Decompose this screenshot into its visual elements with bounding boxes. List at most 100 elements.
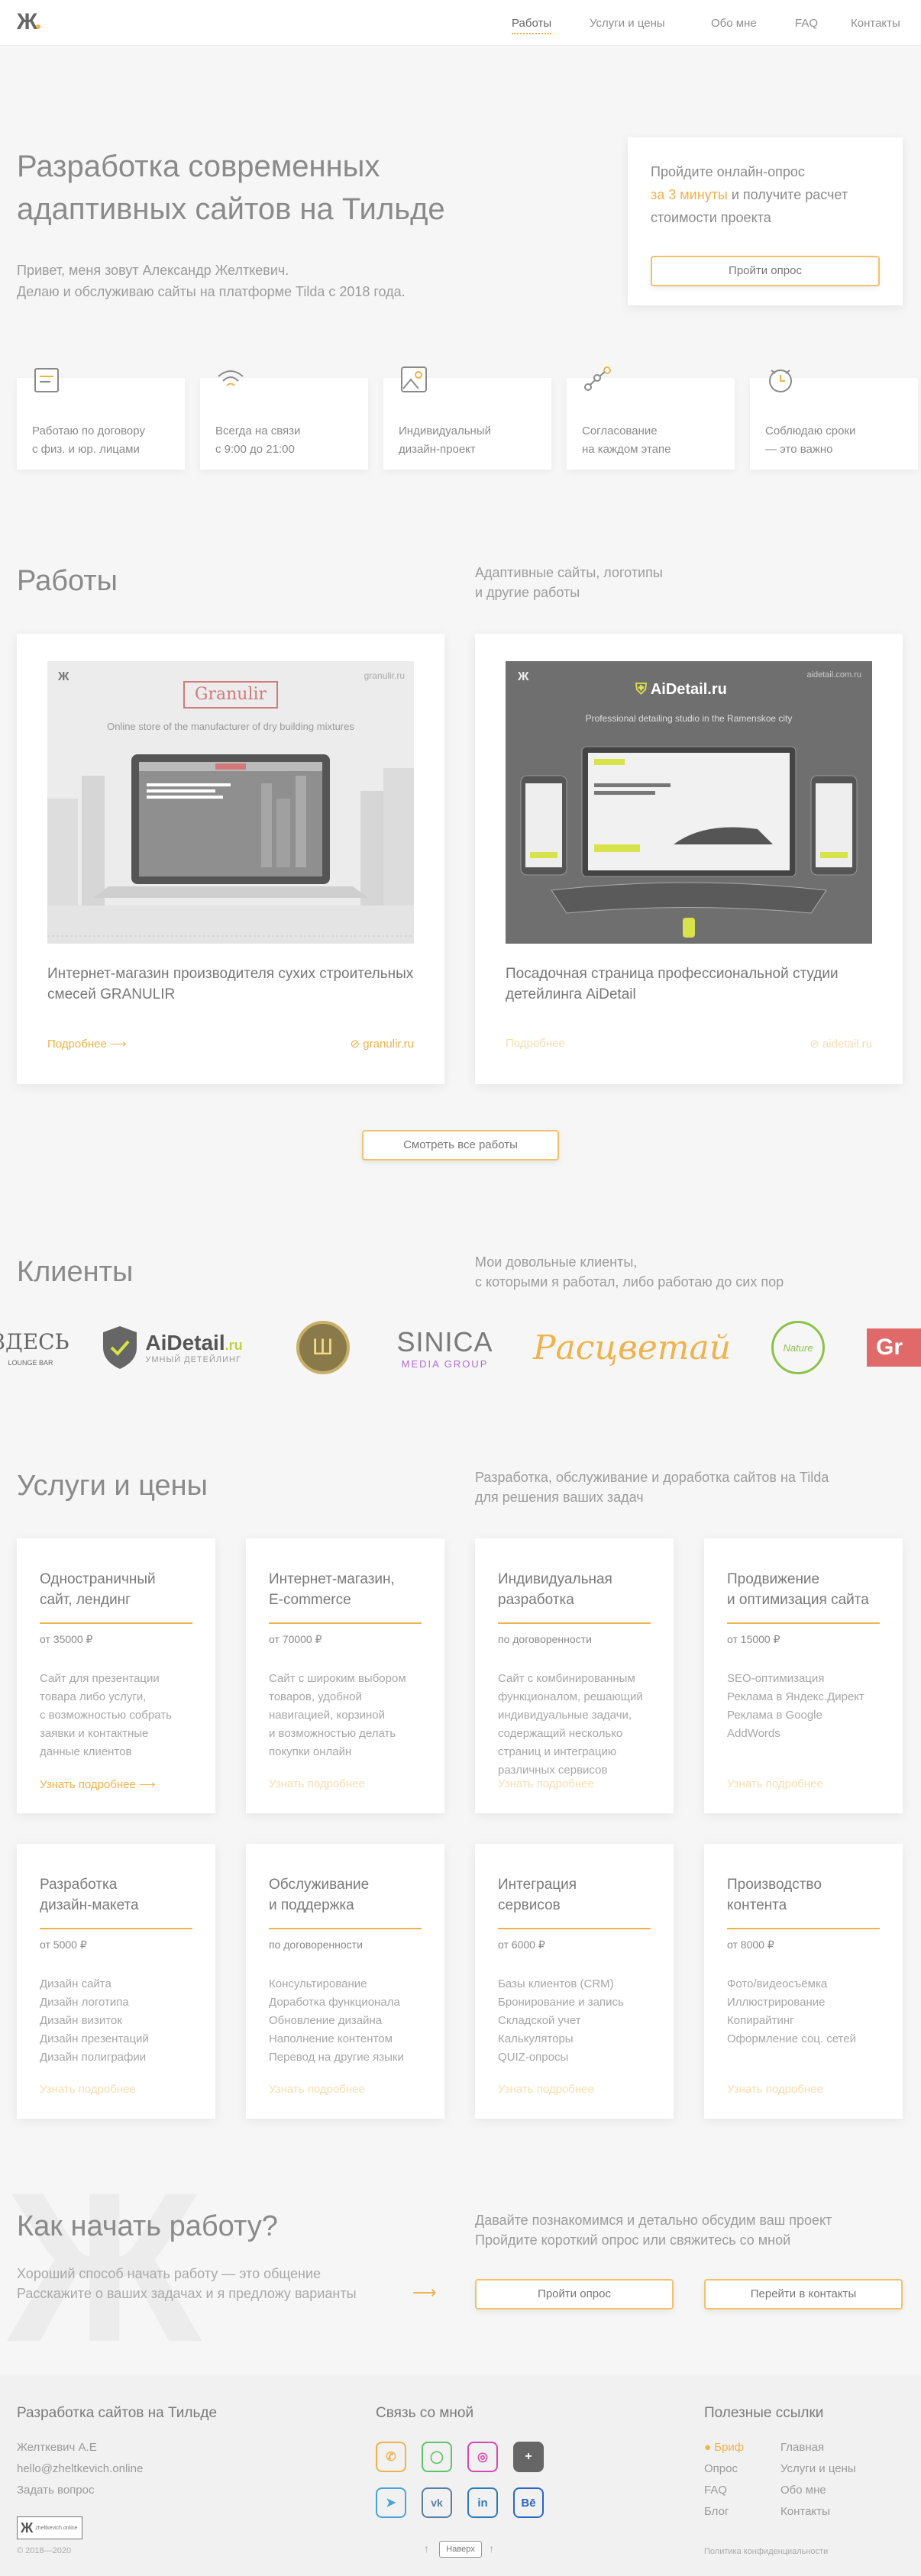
- nav-faq[interactable]: FAQ: [795, 17, 818, 30]
- feature-card: Согласование на каждом этапе: [567, 366, 735, 470]
- more-label: Узнать подробнее: [498, 2083, 594, 2096]
- nav-works[interactable]: Работы: [512, 17, 552, 34]
- service-more-link[interactable]: Узнать подробнее: [40, 2083, 136, 2096]
- work-more-link[interactable]: Подробнее ⟶: [47, 1037, 126, 1051]
- service-description-line: Базы клиентов (CRM): [498, 1977, 614, 1990]
- service-more-link[interactable]: Узнать подробнее: [727, 1777, 823, 1790]
- clients-carousel[interactable]: ЗДЕСЬ LOUNGE BAR AiDetail.ru УМНЫЙ ДЕТЕЙ…: [0, 1302, 921, 1393]
- arrow-right-icon: ⟶: [109, 1038, 127, 1051]
- logo[interactable]: Ж: [17, 9, 37, 35]
- footer-links-title: Полезные ссылки: [704, 2405, 824, 2421]
- clock-icon: [769, 370, 792, 392]
- service-card[interactable]: Обслуживание и поддержка по договоренности…: [246, 1844, 444, 2119]
- service-card[interactable]: Продвижение и оптимизация сайта от 15000 ₽…: [704, 1538, 903, 1813]
- service-card[interactable]: Разработка дизайн-макета от 5000 ₽ Дизайн с…: [17, 1844, 215, 2119]
- shield-icon: [103, 1326, 137, 1369]
- feature-line: Индивидуальный: [399, 424, 491, 437]
- work-site-link[interactable]: ⊘ granulir.ru: [351, 1037, 414, 1051]
- service-more-link[interactable]: Узнать подробнее: [727, 2083, 823, 2096]
- whatsapp-icon[interactable]: ◯: [422, 2442, 452, 2472]
- start-sub-line: Давайте познакомимся и детально обсудим …: [475, 2213, 832, 2228]
- service-description-line: товаров, удобной: [269, 1690, 362, 1703]
- service-description-line: Перевод на другие языки: [269, 2051, 404, 2064]
- feature-line: — это важно: [765, 443, 833, 456]
- start-quiz-button[interactable]: Пройти опрос: [475, 2279, 674, 2310]
- client-logo-sinica: SINICA MEDIA GROUP: [393, 1302, 496, 1393]
- service-card[interactable]: Производство контента от 8000 ₽ Фото/видеос…: [704, 1844, 903, 2119]
- service-description-line: Наполнение контентом: [269, 2032, 393, 2045]
- subtitle-line: Разработка, обслуживание и доработка сай…: [475, 1470, 829, 1485]
- footer-link-faq[interactable]: FAQ: [704, 2480, 744, 2501]
- service-card[interactable]: Интеграция сервисов от 6000 ₽ Базы клиентов…: [475, 1844, 674, 2119]
- footer-link-blog[interactable]: Блог: [704, 2501, 744, 2523]
- service-description-line: Дизайн сайта: [40, 1977, 111, 1990]
- instagram-icon[interactable]: ◎: [467, 2442, 498, 2472]
- arrow-up-icon: ↑: [489, 2542, 494, 2555]
- footer-badge[interactable]: Ж zheltkevich.online: [17, 2516, 82, 2539]
- all-works-button[interactable]: Смотреть все работы: [362, 1130, 559, 1160]
- plus-icon[interactable]: +: [513, 2442, 544, 2472]
- service-price: по договоренности: [498, 1633, 592, 1645]
- nav-about[interactable]: Обо мне: [711, 17, 757, 30]
- more-label: Узнать подробнее: [727, 2083, 823, 2096]
- feature-line: Согласование: [582, 424, 658, 437]
- service-price: от 15000 ₽: [727, 1633, 780, 1645]
- service-more-link[interactable]: Узнать подробнее: [269, 1777, 365, 1790]
- service-description-line: навигацией, корзиной: [269, 1709, 385, 1722]
- footer-link-services[interactable]: Услуги и цены: [780, 2458, 856, 2480]
- service-card[interactable]: Индивидуальная разработка по договоренност…: [475, 1538, 674, 1813]
- work-image-url: granulir.ru: [364, 670, 405, 681]
- work-card-granulir[interactable]: Ж granulir.ru Granulir Online store of t…: [17, 634, 444, 1084]
- service-divider: [269, 1928, 422, 1929]
- telegram-icon[interactable]: ➤: [376, 2487, 406, 2518]
- service-price: от 5000 ₽: [40, 1938, 87, 1951]
- link-label: Бриф: [714, 2441, 745, 2454]
- service-name-line: Производство: [727, 1877, 822, 1893]
- service-description-line: Консультирование: [269, 1977, 367, 1990]
- more-label: Узнать подробнее: [269, 1777, 365, 1790]
- start-contacts-button[interactable]: Перейти в контакты: [704, 2279, 903, 2310]
- work-site-link[interactable]: ⊘ aidetail.ru: [810, 1037, 872, 1051]
- service-more-link[interactable]: Узнать подробнее: [498, 1777, 594, 1790]
- footer-link-home[interactable]: Главная: [780, 2437, 856, 2458]
- quiz-button[interactable]: Пройти опрос: [651, 256, 880, 286]
- nav-contacts[interactable]: Контакты: [851, 17, 900, 30]
- feature-line: Работаю по договору: [32, 424, 145, 437]
- service-card[interactable]: Интернет-магазин, E-commerce от 70000 ₽ Сай…: [246, 1538, 444, 1813]
- service-description: Сайт с широким выбором товаров, удобной на…: [269, 1670, 429, 1761]
- work-more-link[interactable]: Подробнее: [506, 1037, 565, 1050]
- nav-services[interactable]: Услуги и цены: [590, 17, 665, 30]
- vk-icon[interactable]: vk: [422, 2487, 452, 2518]
- service-description-line: Дизайн логотипа: [40, 1996, 129, 2009]
- feature-line: с 9:00 до 21:00: [215, 443, 295, 456]
- scroll-top-button[interactable]: Наверх: [439, 2541, 482, 2558]
- service-description-line: покупки онлайн: [269, 1745, 352, 1758]
- behance-icon[interactable]: Bē: [513, 2487, 544, 2518]
- footer-email-link[interactable]: hello@zheltkevich.online: [17, 2458, 143, 2480]
- work-card-aidetail[interactable]: Ж aidetail.com.ru ⛨ AiDetail.ru Professi…: [475, 634, 903, 1084]
- privacy-policy-link[interactable]: Политика конфиденциальности: [704, 2547, 828, 2556]
- footer-link-brief[interactable]: ● Бриф: [704, 2437, 744, 2458]
- linkedin-icon[interactable]: in: [467, 2487, 498, 2518]
- service-description-line: Реклама в Яндекс.Директ: [727, 1690, 864, 1703]
- service-more-link[interactable]: Узнать подробнее: [498, 2083, 594, 2096]
- client-logo-text: Ш: [296, 1321, 350, 1374]
- service-description-line: Дизайн полиграфии: [40, 2051, 147, 2064]
- service-more-link[interactable]: Узнать подробнее ⟶: [40, 1777, 156, 1791]
- phone-icon[interactable]: ✆: [376, 2442, 406, 2472]
- service-more-link[interactable]: Узнать подробнее: [269, 2083, 365, 2096]
- site-label: granulir.ru: [363, 1038, 414, 1051]
- footer-link-contacts[interactable]: Контакты: [780, 2501, 856, 2523]
- feature-line: Соблюдаю сроки: [765, 424, 856, 437]
- footer-link-about[interactable]: Обо мне: [780, 2480, 856, 2501]
- client-logo-gr: Gr: [867, 1302, 921, 1393]
- feature-text: Соблюдаю сроки — это важно: [765, 422, 910, 459]
- subtitle-line: Адаптивные сайты, логотипы: [475, 565, 663, 580]
- footer-ask-link[interactable]: Задать вопрос: [17, 2480, 143, 2501]
- service-name-line: сервисов: [498, 1897, 561, 1913]
- service-divider: [727, 1928, 880, 1929]
- service-card[interactable]: Одностраничный сайт, лендинг от 35000 ₽ Сай…: [17, 1538, 215, 1813]
- granulir-logo: Granulir: [183, 681, 278, 709]
- footer-link-quiz[interactable]: Опрос: [704, 2458, 744, 2480]
- service-divider: [498, 1928, 651, 1929]
